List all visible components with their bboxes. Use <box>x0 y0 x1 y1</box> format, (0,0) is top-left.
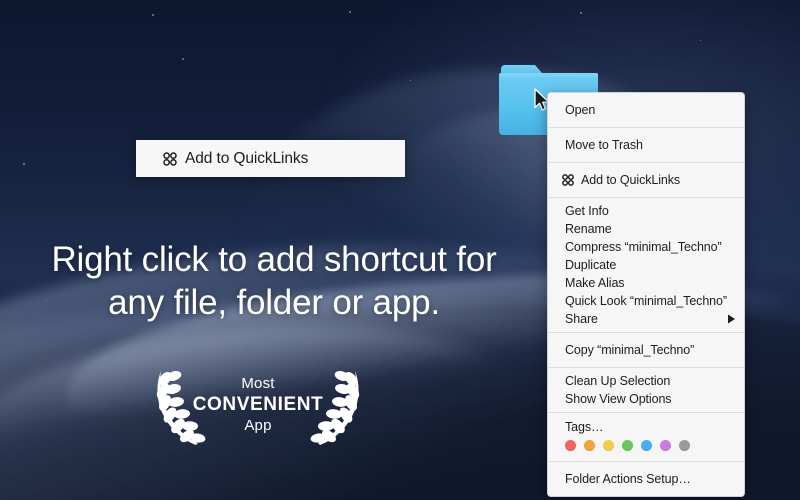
menu-item-show-view-options[interactable]: Show View Options <box>548 390 744 408</box>
tag-swatch-blue[interactable] <box>641 440 652 451</box>
chevron-right-icon <box>728 314 735 324</box>
menu-item-clean-up-selection[interactable]: Clean Up Selection <box>548 372 744 390</box>
menu-item-get-info[interactable]: Get Info <box>548 202 744 220</box>
menu-item-add-to-quicklinks[interactable]: Add to QuickLinks <box>548 167 744 193</box>
menu-item-label: Copy “minimal_Techno” <box>565 343 695 357</box>
menu-item-label: Add to QuickLinks <box>581 173 681 187</box>
award-label-top: Most <box>241 375 275 393</box>
menu-separator <box>548 461 744 462</box>
menu-item-copy[interactable]: Copy “minimal_Techno” <box>548 337 744 363</box>
tag-swatch-orange[interactable] <box>584 440 595 451</box>
star <box>349 11 351 13</box>
menu-separator <box>548 332 744 333</box>
star <box>23 163 25 165</box>
menu-item-label: Get Info <box>565 204 609 218</box>
tag-swatch-purple[interactable] <box>660 440 671 451</box>
menu-separator <box>548 367 744 368</box>
star <box>580 12 582 14</box>
menu-item-rename[interactable]: Rename <box>548 220 744 238</box>
laurel-wreath-left-icon <box>156 371 206 445</box>
menu-item-make-alias[interactable]: Make Alias <box>548 274 744 292</box>
star <box>152 14 154 16</box>
tag-swatch-gray[interactable] <box>679 440 690 451</box>
menu-item-label: Clean Up Selection <box>565 374 671 388</box>
tag-swatch-red[interactable] <box>565 440 576 451</box>
award-label-bottom: App <box>244 417 272 435</box>
menu-item-label: Tags… <box>565 420 604 434</box>
quicklinks-grid-icon <box>163 151 177 166</box>
menu-separator <box>548 162 744 163</box>
menu-item-label: Make Alias <box>565 276 625 290</box>
context-menu[interactable]: Open Move to Trash Add to QuickLinks Get… <box>547 92 745 497</box>
laurel-wreath-right-icon <box>310 371 360 445</box>
desktop-screenshot: Right click to add shortcut for any file… <box>0 0 800 500</box>
menu-item-label: Folder Actions Setup… <box>565 472 691 486</box>
menu-item-duplicate[interactable]: Duplicate <box>548 256 744 274</box>
tooltip-button-label: Add to QuickLinks <box>185 149 309 167</box>
tag-color-row[interactable] <box>548 437 744 457</box>
tag-swatch-yellow[interactable] <box>603 440 614 451</box>
menu-item-open[interactable]: Open <box>548 97 744 123</box>
menu-item-label: Quick Look “minimal_Techno” <box>565 294 727 308</box>
menu-item-label: Share <box>565 312 598 326</box>
menu-separator <box>548 197 744 198</box>
award-badge: Most CONVENIENT App <box>152 363 364 451</box>
add-to-quicklinks-tooltip-button[interactable]: Add to QuickLinks <box>136 140 405 177</box>
menu-separator <box>548 127 744 128</box>
menu-item-label: Move to Trash <box>565 138 643 152</box>
tag-swatch-green[interactable] <box>622 440 633 451</box>
award-label-main: CONVENIENT <box>192 393 324 415</box>
menu-item-share[interactable]: Share <box>548 310 744 328</box>
menu-item-compress[interactable]: Compress “minimal_Techno” <box>548 238 744 256</box>
quicklinks-grid-icon <box>562 174 574 186</box>
menu-item-move-to-trash[interactable]: Move to Trash <box>548 132 744 158</box>
menu-item-label: Rename <box>565 222 612 236</box>
menu-item-folder-actions-setup[interactable]: Folder Actions Setup… <box>548 466 744 492</box>
page-title: Right click to add shortcut for any file… <box>51 240 497 322</box>
menu-item-label: Show View Options <box>565 392 672 406</box>
menu-separator <box>548 412 744 413</box>
star <box>182 58 184 60</box>
menu-item-label: Open <box>565 103 596 117</box>
menu-item-label: Duplicate <box>565 258 617 272</box>
menu-item-label: Compress “minimal_Techno” <box>565 240 722 254</box>
star <box>700 40 701 41</box>
menu-item-quick-look[interactable]: Quick Look “minimal_Techno” <box>548 292 744 310</box>
menu-item-tags[interactable]: Tags… <box>548 417 744 437</box>
